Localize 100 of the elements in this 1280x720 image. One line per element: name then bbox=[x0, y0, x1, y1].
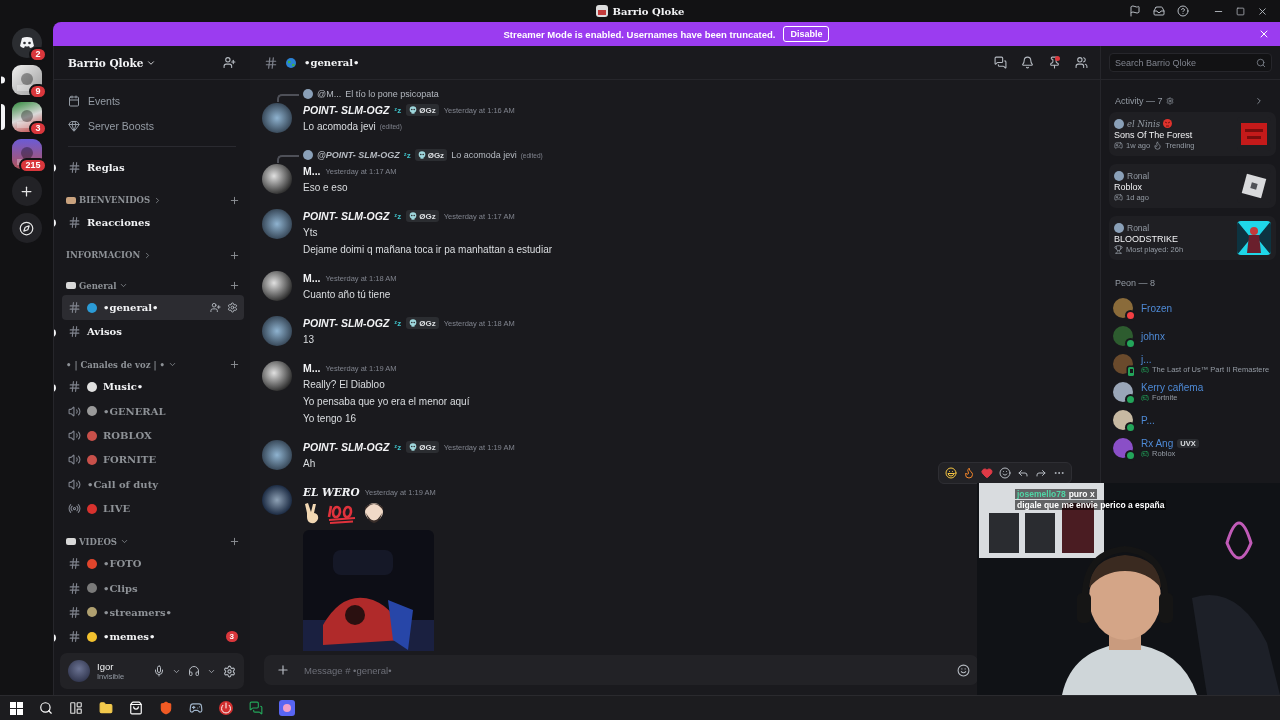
flag-icon[interactable] bbox=[1129, 5, 1141, 17]
username[interactable]: POINT- SLM-OGZ bbox=[303, 317, 390, 329]
speaker-icon bbox=[68, 477, 81, 491]
add-channel-icon[interactable] bbox=[229, 536, 240, 548]
task-view-icon[interactable] bbox=[69, 701, 83, 715]
invite-icon[interactable] bbox=[210, 302, 221, 313]
add-icon[interactable] bbox=[276, 663, 290, 677]
channel-item[interactable]: •Clips bbox=[62, 575, 244, 601]
mention[interactable]: @POINT- SLM-OGZ bbox=[317, 150, 400, 160]
members-icon[interactable] bbox=[1075, 56, 1088, 69]
add-channel-icon[interactable] bbox=[229, 280, 240, 292]
chat-app-icon[interactable] bbox=[249, 701, 263, 715]
flame-icon[interactable] bbox=[963, 467, 975, 479]
avatar[interactable] bbox=[262, 440, 292, 470]
windows-icon[interactable] bbox=[10, 701, 23, 715]
discover-button[interactable] bbox=[11, 213, 42, 243]
emoji-icon[interactable] bbox=[999, 467, 1011, 479]
channel-item[interactable]: •memes• 3 bbox=[62, 624, 244, 649]
emoji-icon[interactable] bbox=[957, 663, 970, 677]
threads-icon[interactable] bbox=[994, 56, 1007, 69]
channel-item[interactable]: •Call of duty bbox=[62, 472, 244, 497]
channel-item[interactable]: Reacciones bbox=[62, 209, 244, 235]
channel-item[interactable]: •GENERAL bbox=[62, 399, 244, 424]
help-icon[interactable] bbox=[1177, 5, 1189, 17]
stream-chat-message: josemello78 puro x bbox=[1015, 489, 1097, 499]
pin-icon[interactable] bbox=[1048, 56, 1061, 69]
channel-item[interactable]: •FOTO bbox=[62, 551, 244, 576]
settings-icon[interactable] bbox=[223, 664, 236, 678]
disable-button[interactable]: Disable bbox=[783, 26, 830, 42]
add-server-button[interactable] bbox=[11, 176, 42, 206]
channel-category[interactable]: General bbox=[62, 275, 244, 296]
settings-icon[interactable] bbox=[227, 302, 238, 313]
close-icon[interactable] bbox=[1257, 5, 1268, 17]
app-icon[interactable] bbox=[189, 701, 203, 715]
folder-icon[interactable] bbox=[99, 701, 113, 715]
activity-user: Ronal bbox=[1127, 170, 1150, 181]
add-channel-icon[interactable] bbox=[229, 194, 240, 206]
bell-icon[interactable] bbox=[1021, 56, 1034, 69]
shield-icon[interactable] bbox=[159, 701, 173, 715]
gamepad-icon bbox=[1114, 192, 1123, 202]
reply-icon[interactable] bbox=[1017, 467, 1029, 479]
sidebar-link[interactable]: Events bbox=[60, 88, 244, 113]
member-item[interactable]: Frozen bbox=[1101, 294, 1280, 322]
avatar[interactable] bbox=[262, 316, 292, 346]
store-icon[interactable] bbox=[129, 701, 143, 715]
server-icon[interactable] bbox=[11, 65, 42, 95]
heart-icon[interactable] bbox=[981, 467, 993, 479]
close-icon[interactable] bbox=[1258, 28, 1270, 40]
server-name[interactable]: Barrio Qloke bbox=[68, 56, 157, 69]
app-icon[interactable] bbox=[279, 700, 295, 716]
headphones-icon[interactable] bbox=[188, 665, 200, 677]
username[interactable]: EL WERO bbox=[303, 486, 360, 498]
maximize-icon[interactable] bbox=[1236, 6, 1245, 16]
laughing-face-icon[interactable] bbox=[945, 467, 957, 479]
username[interactable]: POINT- SLM-OGZ bbox=[303, 210, 390, 222]
home-button[interactable] bbox=[11, 28, 42, 58]
channel-item[interactable]: Music• bbox=[62, 374, 244, 399]
microphone-icon[interactable] bbox=[153, 665, 165, 677]
username[interactable]: M... bbox=[303, 165, 321, 177]
sidebar-link[interactable]: Server Boosts bbox=[60, 113, 244, 138]
channel-category[interactable]: BIENVENIDOS bbox=[62, 190, 244, 210]
avatar[interactable] bbox=[262, 164, 292, 194]
channel-item[interactable]: Avisos bbox=[62, 319, 244, 345]
channel-item[interactable]: ROBLOX bbox=[62, 423, 244, 448]
avatar[interactable] bbox=[262, 361, 292, 391]
member-item[interactable]: P... bbox=[1101, 406, 1280, 434]
mention[interactable]: @M... bbox=[317, 89, 342, 99]
channel-category[interactable]: INFORMACION bbox=[62, 245, 244, 265]
search-icon[interactable] bbox=[39, 701, 53, 715]
channel-category[interactable]: VIDEOS bbox=[62, 531, 244, 552]
avatar[interactable] bbox=[262, 271, 292, 301]
activity-user: el Ninis bbox=[1127, 118, 1161, 129]
avatar[interactable] bbox=[262, 209, 292, 239]
member-item[interactable]: johnx bbox=[1101, 322, 1280, 350]
inbox-icon[interactable] bbox=[1153, 5, 1165, 17]
notification-badge: 215 bbox=[19, 158, 47, 173]
username[interactable]: POINT- SLM-OGZ bbox=[303, 104, 390, 116]
add-channel-icon[interactable] bbox=[229, 249, 240, 261]
channel-item[interactable]: LIVE bbox=[62, 496, 244, 521]
username[interactable]: POINT- SLM-OGZ bbox=[303, 441, 390, 453]
notification-dot bbox=[1055, 56, 1060, 61]
channel-item[interactable]: Reglas bbox=[62, 155, 244, 180]
notification-badge: 9 bbox=[29, 84, 47, 99]
channel-category[interactable]: • | Canales de voz | • bbox=[62, 355, 244, 375]
avatar[interactable] bbox=[262, 485, 292, 515]
avatar[interactable] bbox=[262, 103, 292, 133]
server-icon[interactable] bbox=[11, 102, 42, 132]
chevron-right-icon[interactable] bbox=[1254, 96, 1264, 106]
settings-icon[interactable] bbox=[1165, 97, 1174, 105]
channel-item[interactable]: •general• bbox=[62, 295, 244, 320]
search-field[interactable]: Search Barrio Qloke bbox=[1109, 53, 1272, 72]
power-icon[interactable] bbox=[219, 701, 233, 715]
channel-item[interactable]: FORNITE bbox=[62, 447, 244, 473]
username[interactable]: M... bbox=[303, 362, 321, 374]
add-channel-icon[interactable] bbox=[229, 359, 240, 371]
invite-icon[interactable] bbox=[223, 56, 236, 69]
window-title: Barrio Qloke bbox=[612, 5, 685, 17]
channel-item[interactable]: •streamers• bbox=[62, 600, 244, 625]
username[interactable]: M... bbox=[303, 272, 321, 284]
forward-icon[interactable] bbox=[1035, 467, 1047, 479]
